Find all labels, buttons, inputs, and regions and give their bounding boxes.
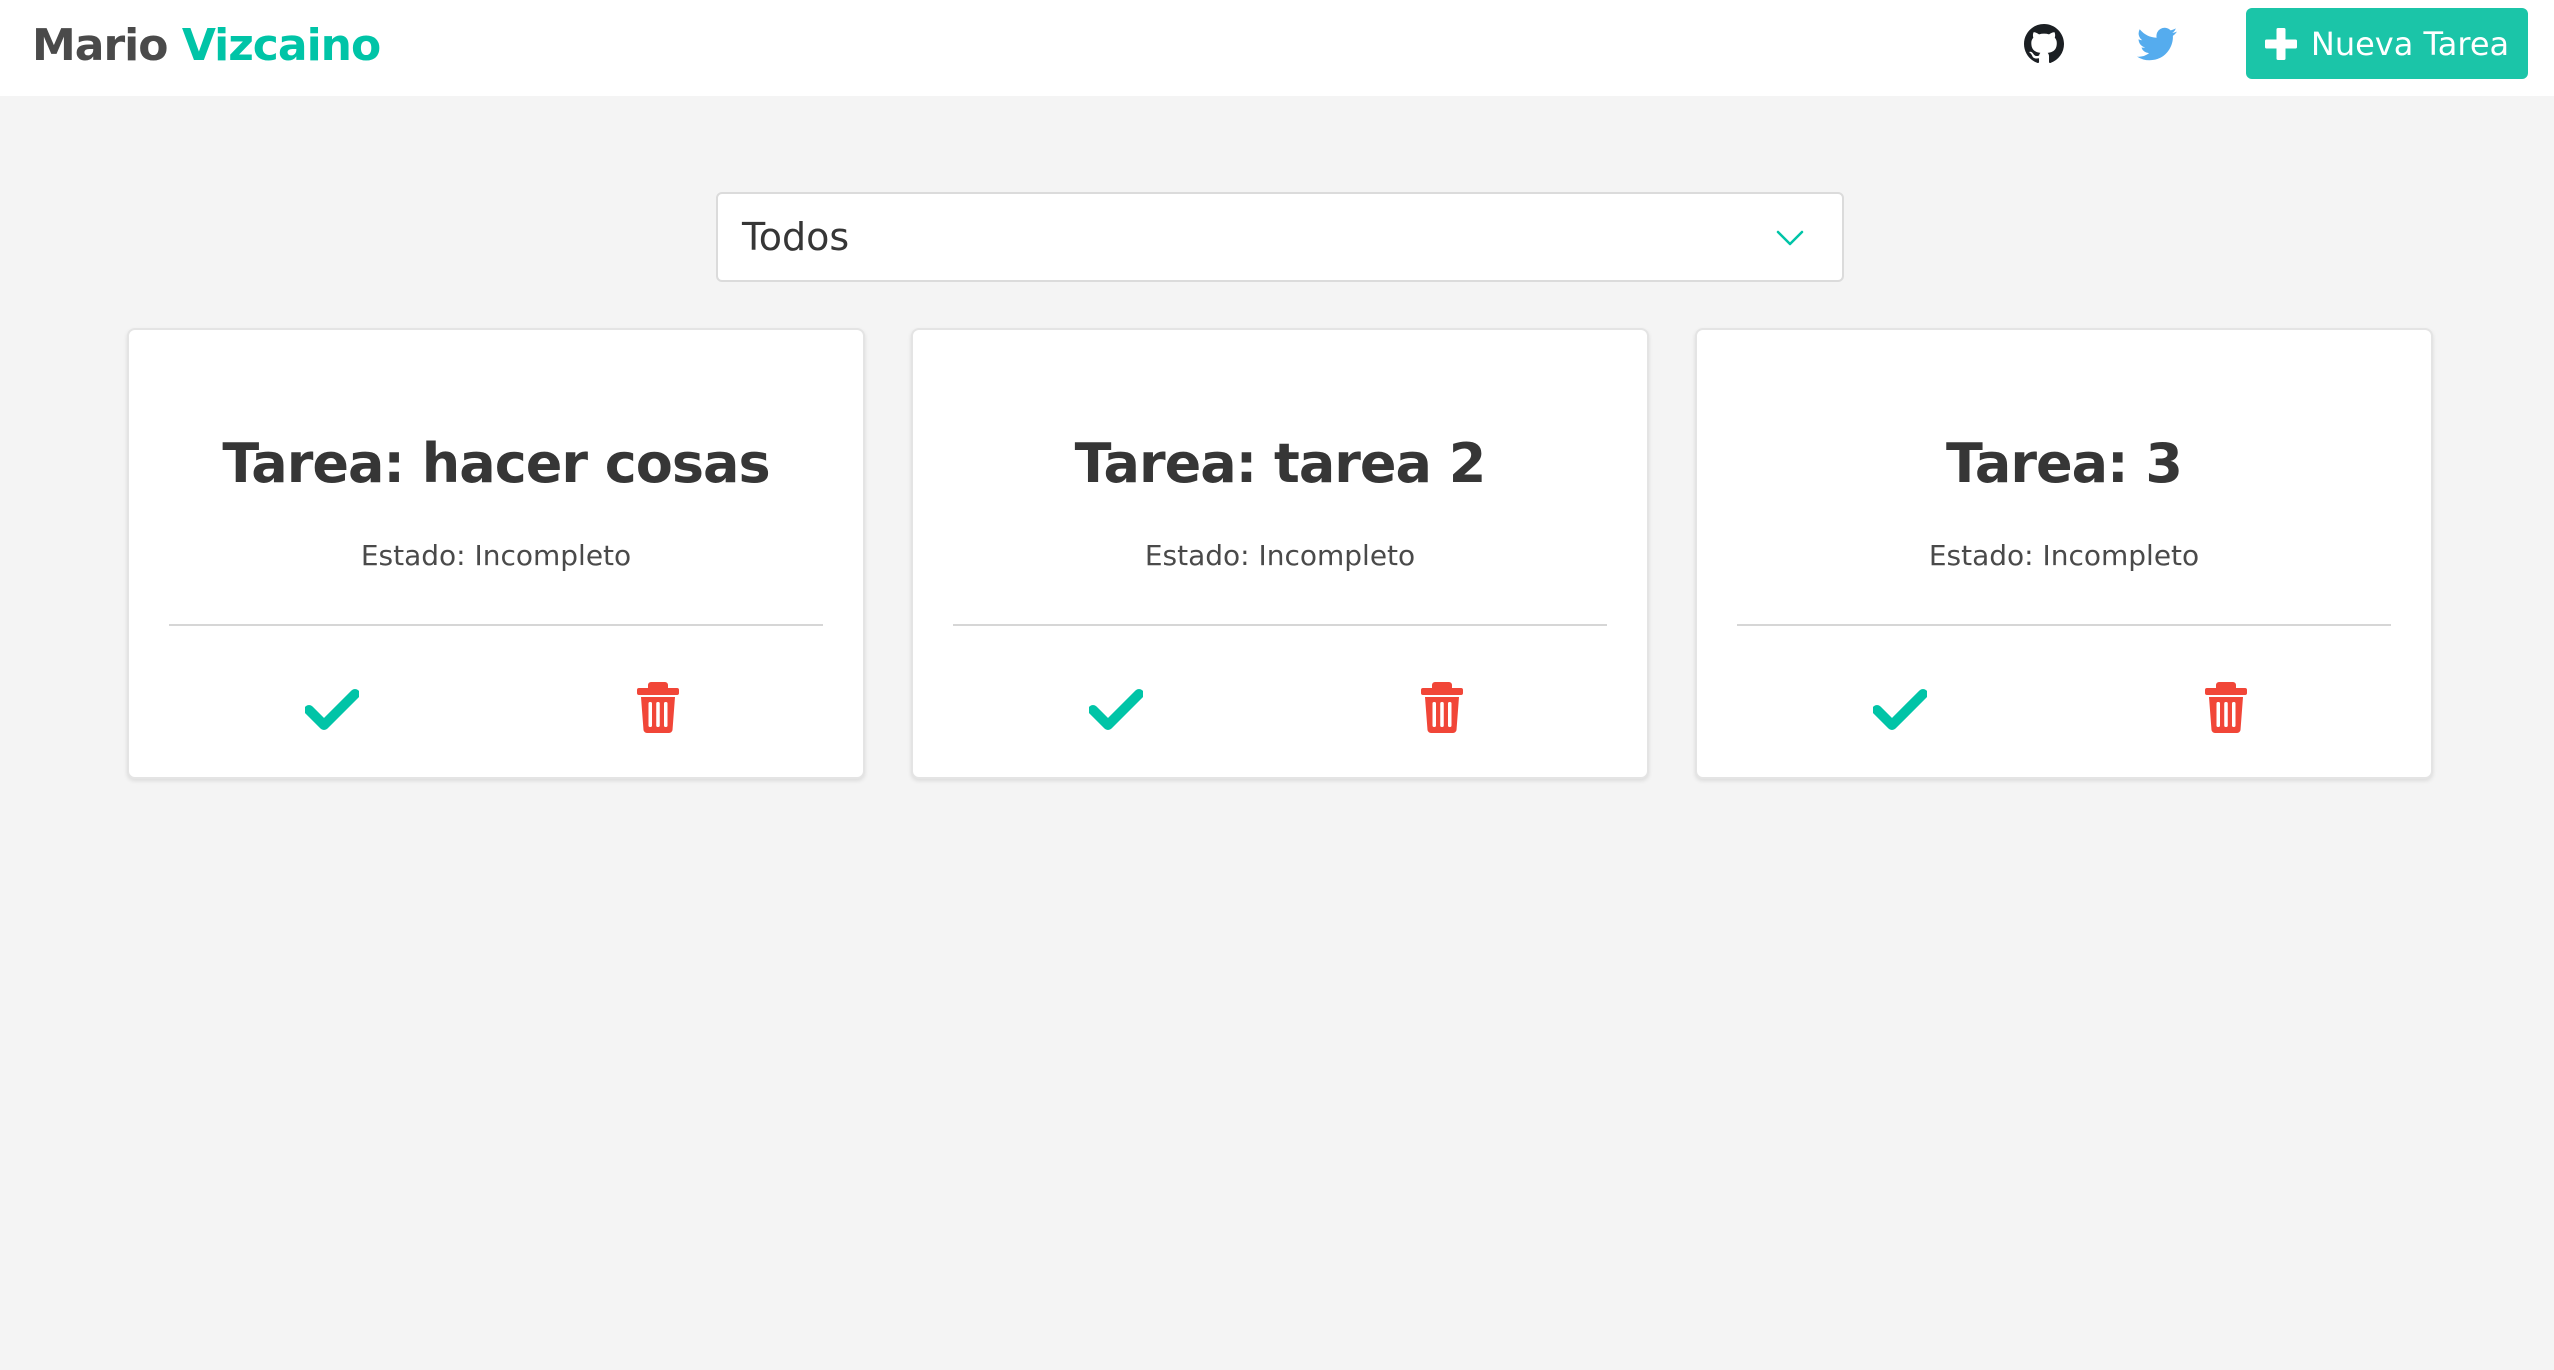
- task-status: Estado: Incompleto: [1928, 539, 2200, 572]
- task-title: Tarea: 3: [1946, 432, 2183, 495]
- brand-last-name: Vizcaino: [181, 20, 381, 71]
- task-status: Estado: Incompleto: [1144, 539, 1416, 572]
- delete-task-button[interactable]: [1419, 680, 1465, 734]
- complete-task-button[interactable]: [305, 682, 359, 736]
- complete-task-button[interactable]: [1089, 682, 1143, 736]
- check-icon: [1873, 689, 1927, 730]
- complete-task-button[interactable]: [1873, 682, 1927, 736]
- top-navbar: Mario Vizcaino Nueva Tarea: [0, 0, 2554, 96]
- task-title: Tarea: hacer cosas: [222, 432, 770, 495]
- github-icon: [2024, 24, 2064, 64]
- check-icon: [1089, 689, 1143, 730]
- trash-icon: [2205, 682, 2247, 734]
- new-task-label: Nueva Tarea: [2310, 24, 2510, 63]
- trash-icon: [637, 682, 679, 734]
- new-task-button[interactable]: Nueva Tarea: [2246, 8, 2528, 79]
- check-icon: [305, 689, 359, 730]
- card-divider: [1737, 624, 2391, 626]
- task-card: Tarea: tarea 2 Estado: Incompleto: [911, 328, 1649, 779]
- twitter-link[interactable]: [2137, 24, 2177, 64]
- brand-logo[interactable]: Mario Vizcaino: [32, 20, 381, 72]
- status-filter-select[interactable]: Todos: [716, 192, 1844, 282]
- plus-icon: [2264, 27, 2297, 60]
- task-title: Tarea: tarea 2: [1074, 432, 1487, 495]
- task-card: Tarea: hacer cosas Estado: Incompleto: [127, 328, 865, 779]
- github-link[interactable]: [2024, 24, 2064, 64]
- task-status: Estado: Incompleto: [360, 539, 632, 572]
- brand-first-name: Mario: [32, 20, 168, 71]
- card-divider: [953, 624, 1607, 626]
- card-divider: [169, 624, 823, 626]
- task-card: Tarea: 3 Estado: Incompleto: [1695, 328, 2433, 779]
- chevron-down-icon: [1776, 230, 1804, 246]
- delete-task-button[interactable]: [2203, 680, 2249, 734]
- trash-icon: [1421, 682, 1463, 734]
- twitter-icon: [2137, 27, 2177, 61]
- filter-selected-value: Todos: [742, 215, 850, 259]
- delete-task-button[interactable]: [635, 680, 681, 734]
